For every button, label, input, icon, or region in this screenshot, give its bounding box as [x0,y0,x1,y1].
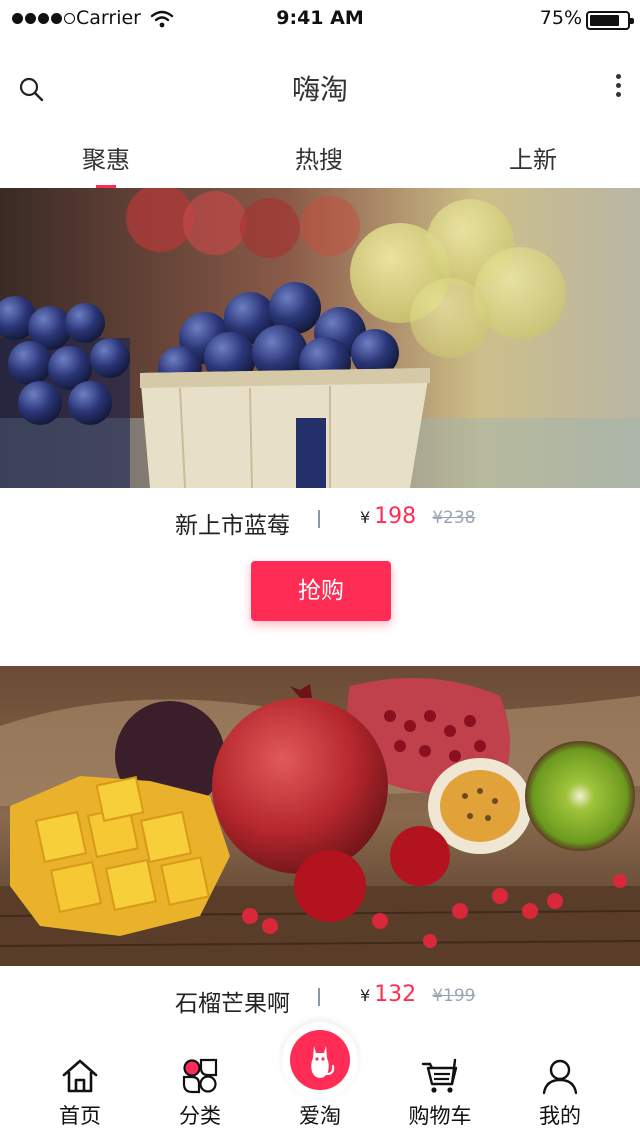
battery-percentage: 75% [539,7,582,29]
blueberry-product-image[interactable] [0,188,640,488]
tab-resou[interactable]: 热搜 [259,140,379,175]
product-info-row: 新上市蓝莓 ¥ 198 ¥238 [0,488,640,552]
currency-symbol: ¥ [360,986,371,1005]
currency-symbol: ¥ [360,508,371,527]
category-icon [182,1058,218,1094]
tab-bar-label: 我的 [539,1104,581,1128]
original-price: ¥238 [432,508,476,528]
tab-bar-label: 爱淘 [299,1104,341,1128]
product-name[interactable]: 新上市蓝莓 [0,506,290,540]
user-icon [542,1059,578,1095]
tab-bar-category[interactable]: 分类 [140,1040,260,1136]
divider [318,988,320,1006]
navigation-bar: 嗨淘 [0,40,640,130]
tab-bar-label: 购物车 [408,1104,472,1128]
more-options-icon[interactable] [614,74,622,102]
cat-icon [311,1046,335,1078]
pomegranate-mango-product-image[interactable] [0,666,640,966]
sale-price: 132 [374,982,417,1007]
tab-shangxin[interactable]: 上新 [473,140,593,175]
buy-now-button[interactable]: 抢购 [251,561,391,621]
home-icon [62,1059,98,1093]
divider [318,510,320,528]
bottom-tab-bar: 首页 分类 爱淘 购物车 我的 [0,1022,640,1136]
price-group: ¥ 132 ¥199 [360,982,475,1007]
sale-price: 198 [374,504,417,529]
product-name[interactable]: 石榴芒果啊 [0,984,290,1018]
category-tabs: 聚惠 热搜 上新 [0,130,640,188]
status-bar: Carrier 9:41 AM 75% [0,0,640,40]
cart-icon [421,1058,458,1093]
battery-icon [586,11,634,30]
tab-bar-profile[interactable]: 我的 [500,1040,620,1136]
center-action-button[interactable] [282,1022,358,1098]
product-info-row: 石榴芒果啊 ¥ 132 ¥199 [0,966,640,1030]
tab-bar-label: 分类 [179,1104,221,1128]
tab-bar-aitao[interactable]: 爱淘 [260,1022,380,1136]
page-title: 嗨淘 [291,73,348,106]
tab-bar-home[interactable]: 首页 [20,1040,140,1136]
tab-bar-cart[interactable]: 购物车 [380,1040,500,1136]
original-price: ¥199 [432,986,476,1006]
tab-bar-label: 首页 [59,1104,101,1128]
tab-juhui[interactable]: 聚惠 [46,140,166,188]
price-group: ¥ 198 ¥238 [360,504,475,529]
